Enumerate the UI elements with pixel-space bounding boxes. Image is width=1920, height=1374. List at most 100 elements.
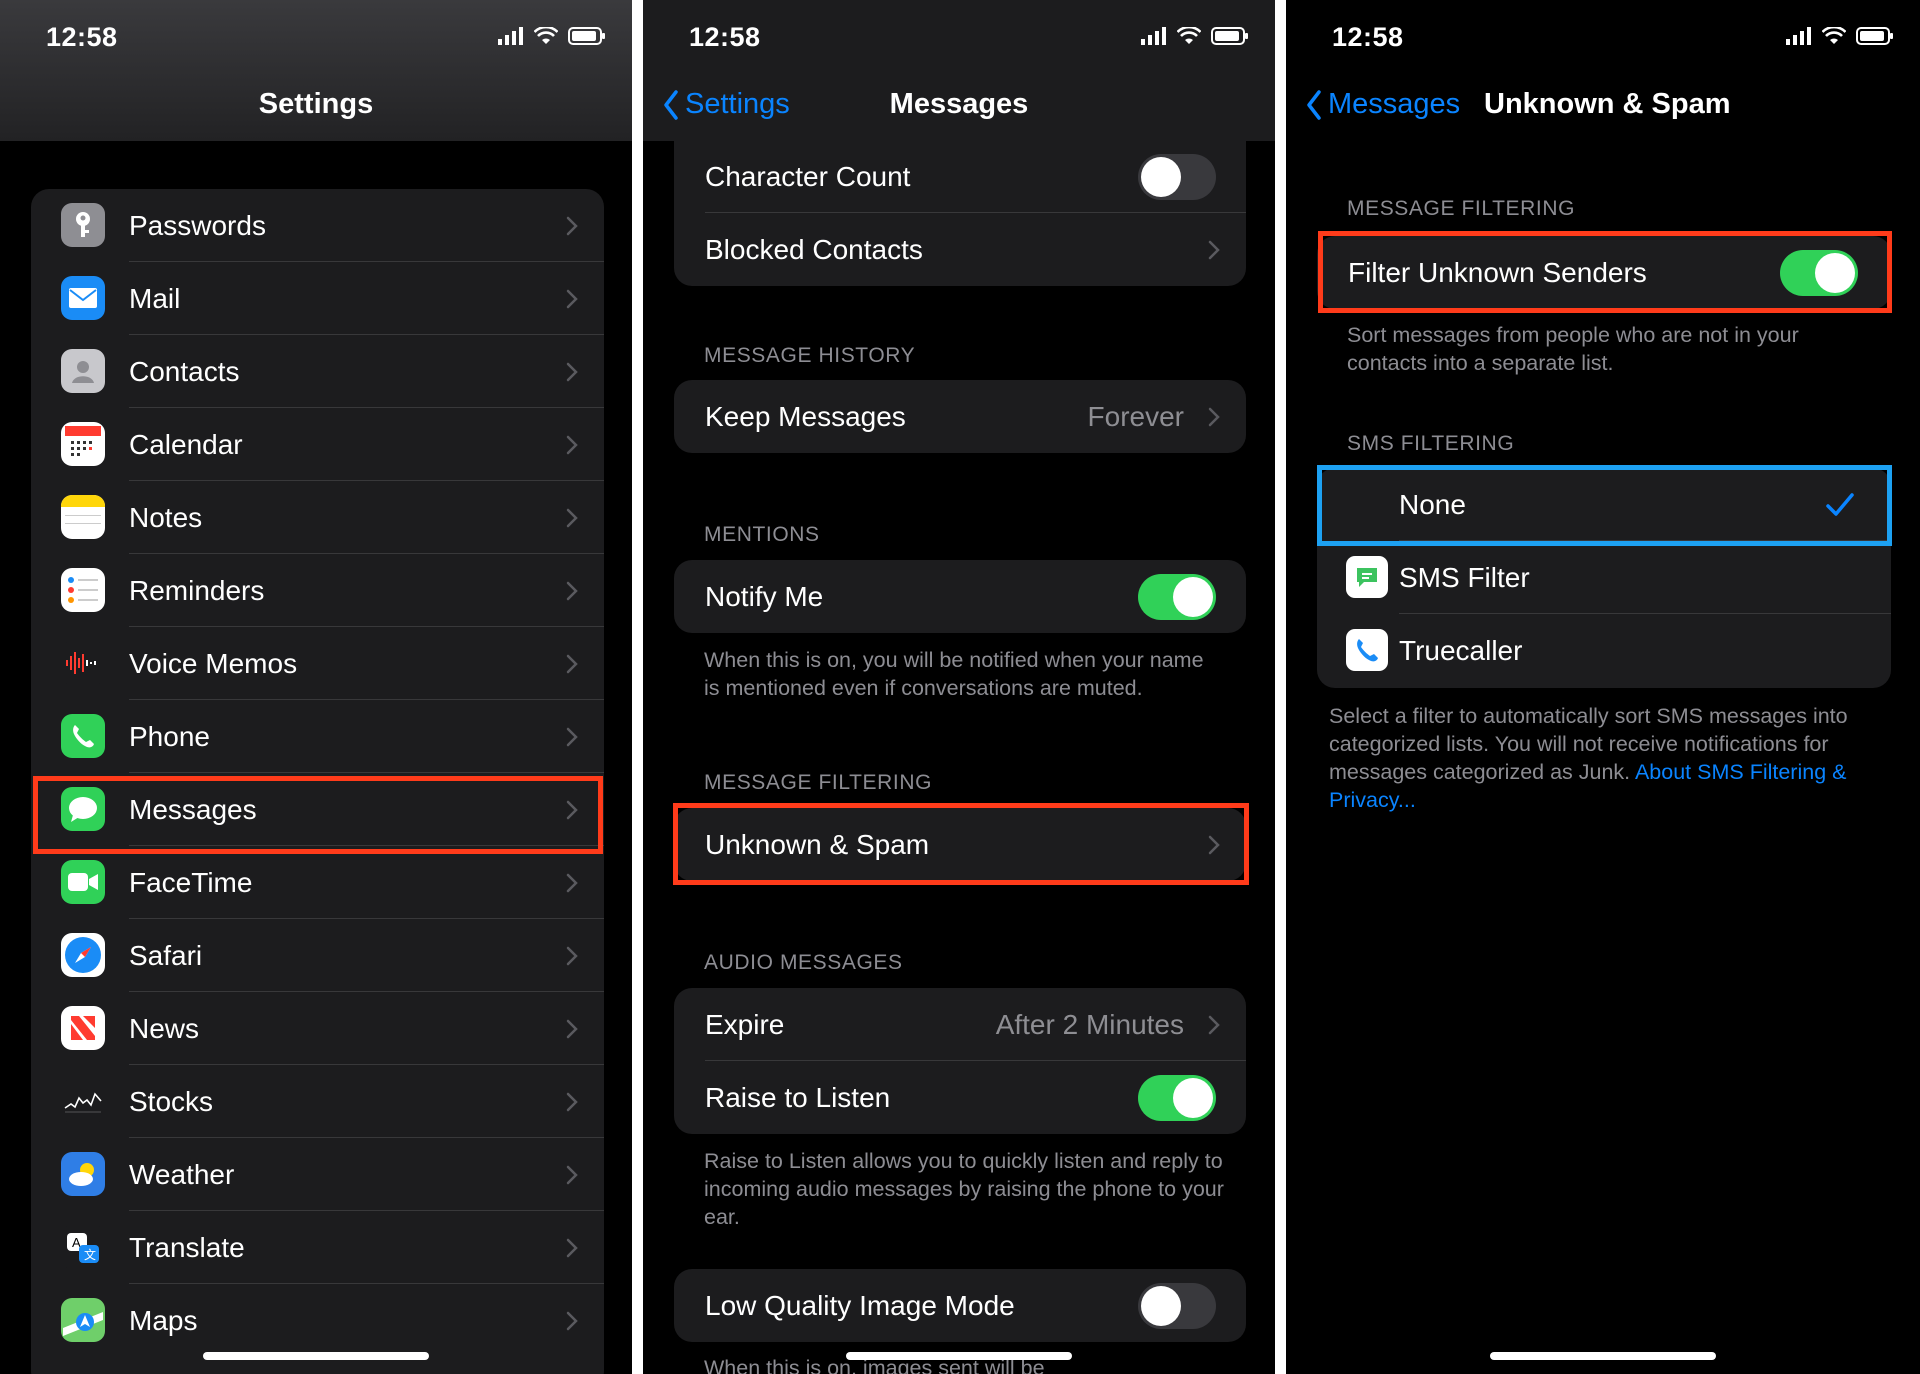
settings-row-facetime[interactable]: FaceTime	[31, 846, 604, 919]
messages-highlight	[33, 776, 603, 854]
status-time: 12:58	[46, 22, 118, 52]
unknown-spam-highlight	[673, 803, 1249, 885]
settings-row-news[interactable]: News	[31, 992, 604, 1065]
low-quality-row[interactable]: Low Quality Image Mode	[674, 1269, 1246, 1342]
notes-icon	[61, 495, 105, 539]
settings-row-notes[interactable]: Notes	[31, 481, 604, 554]
signal-icon	[1786, 27, 1811, 45]
status-icons	[1786, 27, 1894, 45]
status-time: 12:58	[1332, 22, 1404, 52]
notify-me-toggle[interactable]	[1138, 573, 1216, 620]
row-label: Stocks	[129, 1085, 214, 1117]
row-label: Reminders	[129, 574, 265, 606]
keep-messages-row[interactable]: Keep Messages Forever	[674, 380, 1246, 453]
truecaller-app-icon	[1346, 629, 1388, 671]
back-button[interactable]: Messages	[1306, 88, 1460, 121]
settings-row-reminders[interactable]: Reminders	[31, 554, 604, 627]
row-label: Low Quality Image Mode	[705, 1289, 1015, 1321]
chevron-right-icon	[1208, 240, 1220, 259]
wifi-icon	[1822, 27, 1846, 44]
key-icon	[61, 203, 105, 247]
settings-row-phone[interactable]: Phone	[31, 700, 604, 773]
mail-icon	[61, 276, 105, 320]
stocks-icon	[61, 1079, 105, 1123]
chevron-right-icon	[566, 1165, 578, 1184]
settings-row-calendar[interactable]: Calendar	[31, 408, 604, 481]
blocked-contacts-row[interactable]: Blocked Contacts	[674, 213, 1246, 286]
phone-icon	[61, 714, 105, 758]
none-option-highlight	[1317, 465, 1892, 546]
messages-settings-screen: 12:58 Settings Messages Character Count …	[643, 0, 1275, 1374]
sms-footer: Select a filter to automatically sort SM…	[1329, 702, 1889, 814]
section-header: MESSAGE HISTORY	[704, 344, 916, 367]
row-label: Notes	[129, 501, 203, 533]
settings-row-passwords[interactable]: Passwords	[31, 189, 604, 262]
filter-unknown-highlight	[1318, 231, 1892, 313]
sms-filter-app-icon	[1346, 556, 1388, 598]
page-title: Settings	[258, 88, 374, 120]
chevron-right-icon	[566, 581, 578, 600]
settings-row-maps[interactable]: Maps	[31, 1284, 604, 1357]
notify-me-row[interactable]: Notify Me	[674, 560, 1246, 633]
row-label: Expire	[705, 1008, 785, 1040]
row-label: Character Count	[705, 160, 911, 192]
translate-icon: A文	[61, 1225, 105, 1269]
mentions-group: Notify Me	[674, 560, 1246, 633]
unknown-spam-screen: 12:58 Messages Unknown & Spam MESSAGE FI…	[1286, 0, 1920, 1374]
expire-row[interactable]: Expire After 2 Minutes	[674, 988, 1246, 1061]
row-label: Weather	[129, 1158, 235, 1190]
chevron-right-icon	[566, 508, 578, 527]
raise-to-listen-toggle[interactable]	[1138, 1074, 1216, 1121]
row-label: Passwords	[129, 209, 266, 241]
settings-row-translate[interactable]: A 文 Translate	[31, 1211, 604, 1284]
nav-bar: 12:58 Settings Messages	[643, 0, 1275, 141]
nav-bar: 12:58 Settings	[0, 0, 632, 141]
chevron-right-icon	[566, 946, 578, 965]
battery-icon	[1856, 27, 1893, 45]
section-header: MENTIONS	[704, 523, 820, 546]
filter-footer: Sort messages from people who are not in…	[1347, 323, 1799, 375]
history-group: Keep Messages Forever	[674, 380, 1246, 453]
character-count-row[interactable]: Character Count	[674, 140, 1246, 213]
settings-row-safari[interactable]: Safari	[31, 919, 604, 992]
option-sms-filter-row[interactable]: SMS Filter	[1317, 541, 1891, 614]
row-label: Blocked Contacts	[705, 233, 923, 265]
settings-screen: 12:58 Settings Passwords Mail Contacts Cale…	[0, 0, 632, 1374]
row-value: After 2 Minutes	[995, 1008, 1184, 1040]
chevron-right-icon	[1208, 1015, 1220, 1034]
svg-text:文: 文	[84, 1247, 96, 1262]
chevron-right-icon	[566, 1238, 578, 1257]
row-label: SMS Filter	[1399, 561, 1530, 593]
settings-row-mail[interactable]: Mail	[31, 262, 604, 335]
option-truecaller-row[interactable]: Truecaller	[1317, 614, 1891, 687]
low-quality-toggle[interactable]	[1138, 1282, 1216, 1329]
chevron-right-icon	[566, 1092, 578, 1111]
chevron-right-icon	[566, 362, 578, 381]
notify-footer: When this is on, you will be notified wh…	[704, 648, 1204, 700]
chevron-right-icon	[566, 1019, 578, 1038]
wifi-icon	[1177, 27, 1201, 44]
signal-icon	[1141, 27, 1166, 45]
row-label: News	[129, 1012, 200, 1044]
settings-row-weather[interactable]: Weather	[31, 1138, 604, 1211]
section-header: AUDIO MESSAGES	[704, 951, 903, 974]
raise-to-listen-row[interactable]: Raise to Listen	[674, 1061, 1246, 1134]
character-count-toggle[interactable]	[1138, 153, 1216, 200]
section-header: SMS FILTERING	[1347, 432, 1515, 455]
row-label: Voice Memos	[129, 647, 298, 679]
facetime-icon	[61, 860, 105, 904]
page-title: Unknown & Spam	[1484, 88, 1731, 120]
chevron-right-icon	[566, 654, 578, 673]
chevron-right-icon	[566, 1311, 578, 1330]
maps-icon	[61, 1298, 105, 1342]
chevron-right-icon	[566, 435, 578, 454]
settings-row-stocks[interactable]: Stocks	[31, 1065, 604, 1138]
status-time: 12:58	[689, 22, 761, 52]
settings-row-voice-memos[interactable]: Voice Memos	[31, 627, 604, 700]
calendar-icon	[61, 422, 105, 466]
row-label: Phone	[129, 720, 210, 752]
chevron-right-icon	[566, 873, 578, 892]
settings-row-contacts[interactable]: Contacts	[31, 335, 604, 408]
chevron-left-icon	[1307, 89, 1321, 120]
chevron-right-icon	[1208, 407, 1220, 426]
